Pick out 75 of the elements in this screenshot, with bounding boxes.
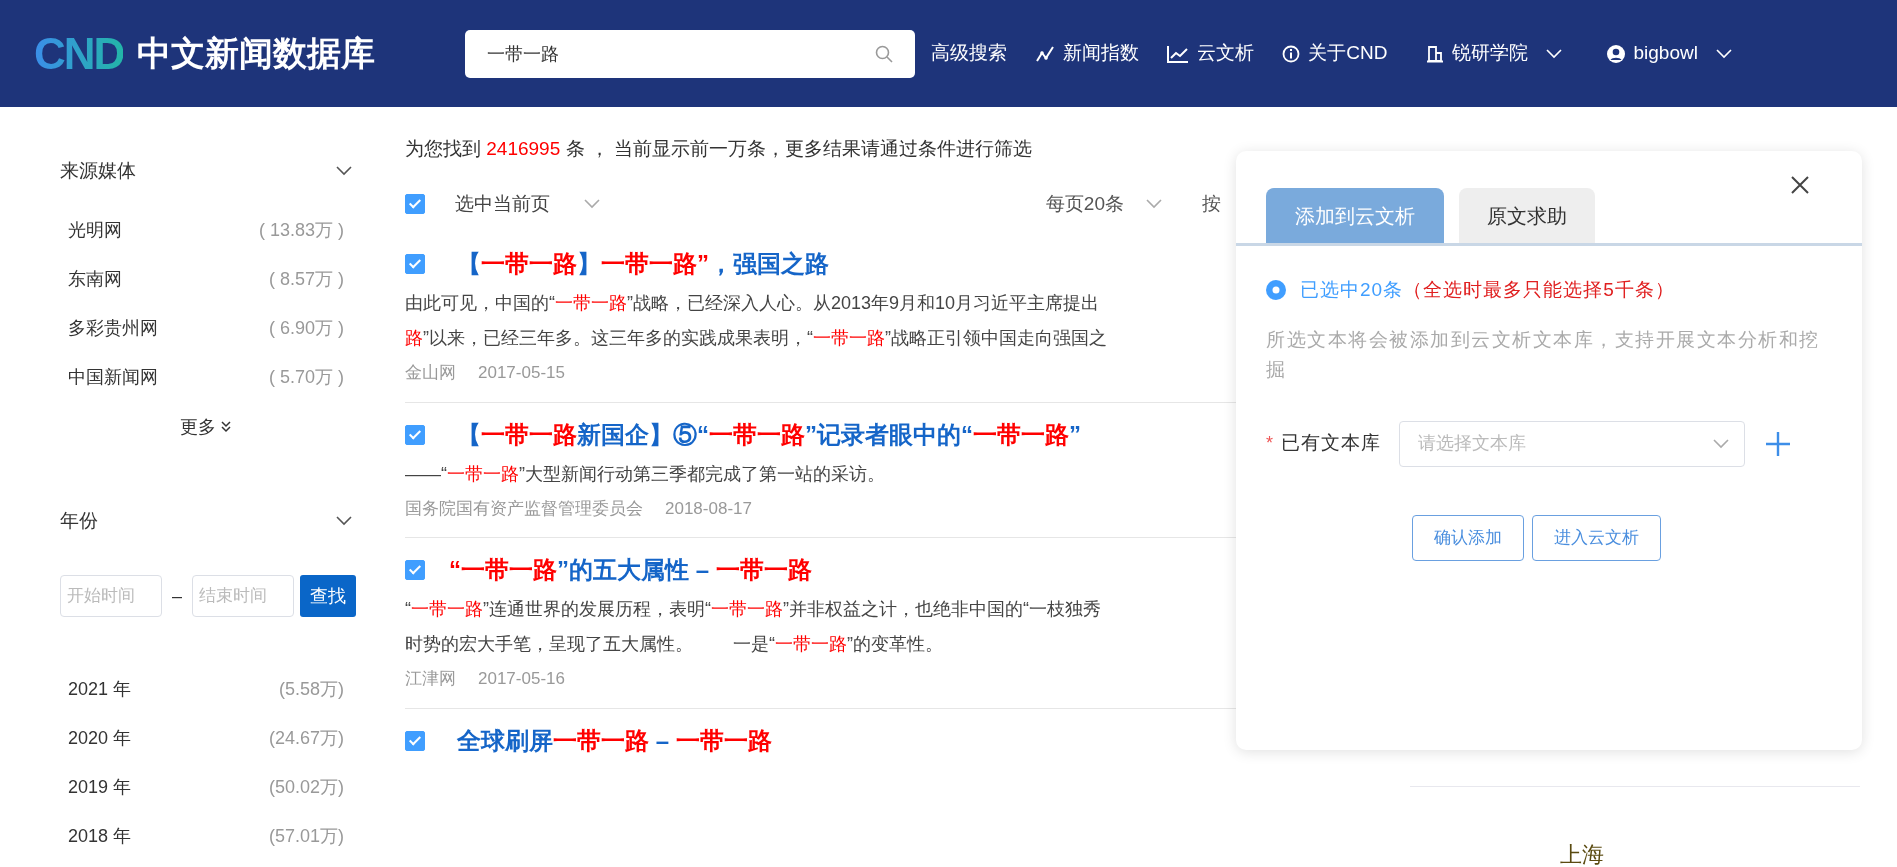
library-select[interactable]: 请选择文本库 (1399, 420, 1745, 467)
chart-icon (1167, 44, 1190, 63)
tab[interactable]: 原文求助 (1459, 188, 1595, 243)
filter-count: ( 8.57万 ) (268, 267, 344, 291)
filter-item[interactable]: 2019 年 (68, 774, 132, 801)
result-snippet: ——“一带一路”大型新闻行动第三季都完成了第一站的采访。 (405, 462, 885, 486)
filter-item[interactable]: 2020 年 (68, 725, 132, 752)
checkbox[interactable] (405, 424, 425, 445)
chevron-icon (1713, 438, 1729, 449)
nav-link[interactable]: bigbowl (1605, 39, 1732, 68)
nav-link[interactable]: 高级搜索 (931, 39, 1008, 68)
result-date: 2017-05-16 (478, 668, 565, 690)
checkbox[interactable] (405, 254, 425, 274)
result-title[interactable]: 【一带一路】一带一路”，强国之路 (457, 246, 829, 282)
checkbox[interactable] (405, 560, 425, 580)
filter-count: (5.58万) (278, 678, 344, 701)
filter-count: ( 6.90万 ) (268, 316, 344, 340)
nav-link[interactable]: 关于CND (1282, 39, 1388, 68)
filter-count: (50.02万) (268, 776, 344, 799)
search-field[interactable]: 一带一路 (465, 29, 916, 78)
filter-count: (24.67万) (268, 727, 344, 750)
date-field[interactable]: 结束时间 (192, 575, 294, 617)
chevron-icon[interactable] (336, 166, 352, 177)
more-link[interactable]: 更多 (180, 413, 232, 441)
filter-item[interactable]: 光明网 (68, 216, 122, 244)
filter-count: ( 13.83万 ) (258, 218, 344, 242)
close-icon[interactable] (1790, 175, 1810, 195)
result-title[interactable]: 全球刷屏一带一路 – 一带一路 (457, 722, 772, 759)
building-icon (1425, 44, 1444, 63)
filter-item[interactable]: 2018 年 (68, 823, 132, 850)
result-snippet: 由此可见，中国的“一带一路”战略，已经深入人心。从2013年9月和10月习近平主席提出 路”以来，已经三年多。这三年多的实践成果表明，“一带一路”战略正引领中国走向强国之 (405, 292, 1107, 350)
filter-count: ( 5.70万 ) (268, 365, 344, 389)
result-source: 江津网 (405, 668, 456, 690)
filter-item[interactable]: 东南网 (68, 265, 122, 293)
result-source: 国务院国有资产监督管理委员会 (405, 497, 643, 520)
action-button[interactable]: 进入云文析 (1532, 514, 1661, 561)
result-date: 2017-05-15 (478, 362, 565, 384)
nav-link[interactable]: 锐研学院 (1425, 39, 1562, 68)
sort-select[interactable]: 按 (1202, 189, 1221, 218)
result-snippet: “一带一路”连通世界的发展历程，表明“一带一路”并非权益之计，也绝非中国的“一枝独秀 时势的宏大手笔，呈现了五大属性。 一是“一带一路”的变革性。 (405, 598, 1101, 656)
result-summary: 为您找到 2416995 条 ， 当前显示前一万条，更多结果请通过条件进行筛选 (405, 137, 1033, 161)
page-size-select[interactable]: 每页20条 (1045, 189, 1124, 218)
filter-count: (57.01万) (268, 825, 344, 848)
chevron-icon[interactable] (336, 515, 352, 526)
trend-icon (1035, 44, 1056, 63)
filter-item[interactable]: 2021 年 (68, 676, 132, 703)
word-cloud-word: 上海 (1560, 841, 1604, 867)
action-button[interactable]: 确认添加 (1412, 514, 1524, 561)
date-field[interactable]: 开始时间 (60, 575, 162, 617)
section-title: 年份 (60, 508, 98, 533)
description-text: 所选文本将会被添加到云文析文本库，支持开展文本分析和挖掘 (1266, 327, 1821, 382)
result-date: 2018-08-17 (665, 497, 752, 520)
radio-label[interactable]: 已选中20条（全选时最多只能选择5千条） (1300, 276, 1675, 305)
select-page-label: 选中当前页 (455, 191, 550, 216)
radio-button[interactable] (1266, 280, 1286, 301)
info-icon (1282, 44, 1301, 63)
user-icon (1605, 43, 1626, 64)
result-title[interactable]: “一带一路”的五大属性 – 一带一路 (449, 552, 812, 588)
result-title[interactable]: 【一带一路新国企】⑤“一带一路”记录者眼中的“一带一路” (457, 416, 1081, 453)
search-icon[interactable] (875, 44, 894, 63)
field-label: 已有文本库 (1281, 431, 1381, 456)
section-title: 来源媒体 (60, 159, 136, 183)
checkbox[interactable] (405, 730, 425, 751)
site-title: 中文新闻数据库 (137, 33, 376, 74)
double-chevron-icon (220, 421, 232, 433)
search-button[interactable]: 查找 (300, 575, 356, 617)
range-dash: – (172, 584, 182, 608)
result-source: 金山网 (405, 362, 456, 384)
filter-item[interactable]: 中国新闻网 (68, 363, 158, 391)
checkbox[interactable] (405, 193, 425, 214)
nav-link[interactable]: 云文析 (1167, 39, 1255, 68)
add-icon[interactable] (1765, 430, 1791, 457)
required-mark: * (1266, 432, 1273, 455)
filter-item[interactable]: 多彩贵州网 (68, 314, 158, 342)
nav-link[interactable]: 新闻指数 (1035, 39, 1140, 68)
